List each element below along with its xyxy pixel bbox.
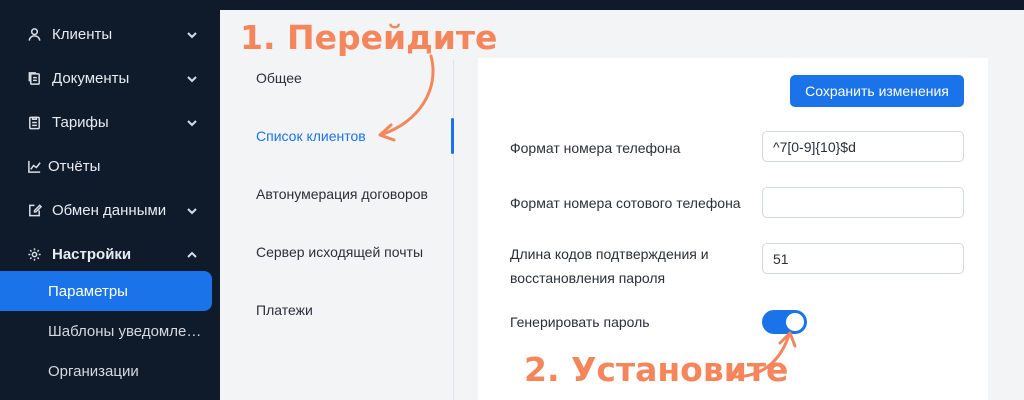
- edit-icon: [26, 202, 42, 218]
- top-bar: [220, 0, 1024, 10]
- sidebar-item-tariffs[interactable]: Тарифы: [0, 102, 220, 142]
- settings-panel: [478, 58, 988, 400]
- gear-icon: [26, 246, 42, 262]
- settings-tab-general[interactable]: Общее: [256, 70, 302, 86]
- code-length-label-line1: Длина кодов подтверждения и: [510, 246, 709, 262]
- arrow-step-1: [378, 54, 435, 142]
- sidebar-subitem-organizations[interactable]: Организации: [0, 351, 212, 391]
- mobile-format-label: Формат номера сотового телефона: [510, 195, 741, 211]
- clipboard-icon: [26, 114, 42, 130]
- settings-tab-payments[interactable]: Платежи: [256, 302, 313, 318]
- sidebar-item-clients[interactable]: Клиенты: [0, 14, 220, 54]
- chevron-down-icon: [186, 72, 198, 84]
- annotation-step-1: 1. Перейдите: [240, 18, 498, 57]
- code-length-label-line2: восстановления пароля: [510, 270, 666, 286]
- phone-format-input[interactable]: [762, 131, 964, 162]
- settings-tab-client-list[interactable]: Список клиентов: [256, 128, 366, 144]
- code-length-input[interactable]: [762, 243, 964, 274]
- settings-nav-divider: [453, 60, 454, 400]
- sidebar-item-settings[interactable]: Настройки: [0, 234, 220, 274]
- chevron-down-icon: [186, 204, 198, 216]
- documents-icon: [26, 70, 42, 86]
- mobile-format-input[interactable]: [762, 187, 964, 218]
- sidebar-subitem-notification-templates[interactable]: Шаблоны уведомлений: [0, 311, 212, 351]
- generate-password-toggle[interactable]: [762, 310, 807, 334]
- sidebar-item-documents[interactable]: Документы: [0, 58, 220, 98]
- settings-tab-outgoing-mail-server[interactable]: Сервер исходящей почты: [256, 244, 423, 260]
- settings-tab-contract-autonumbering[interactable]: Автонумерация договоров: [256, 186, 428, 202]
- sidebar-item-reports[interactable]: Отчёты: [0, 146, 220, 186]
- chevron-up-icon: [186, 248, 198, 260]
- chevron-down-icon: [186, 28, 198, 40]
- save-changes-button[interactable]: Сохранить изменения: [790, 75, 964, 107]
- user-icon: [26, 26, 42, 42]
- chart-line-icon: [26, 158, 42, 174]
- chevron-down-icon: [186, 116, 198, 128]
- sidebar-item-data-exchange[interactable]: Обмен данными: [0, 190, 220, 230]
- sidebar: Клиенты Документы Тарифы Отчёты Обмен да…: [0, 0, 220, 400]
- active-tab-indicator: [451, 118, 454, 154]
- toggle-knob: [786, 313, 804, 331]
- annotation-step-2: 2. Установите: [524, 350, 789, 389]
- sidebar-subitem-parameters[interactable]: Параметры: [0, 271, 212, 311]
- phone-format-label: Формат номера телефона: [510, 140, 681, 156]
- generate-password-label: Генерировать пароль: [510, 314, 650, 330]
